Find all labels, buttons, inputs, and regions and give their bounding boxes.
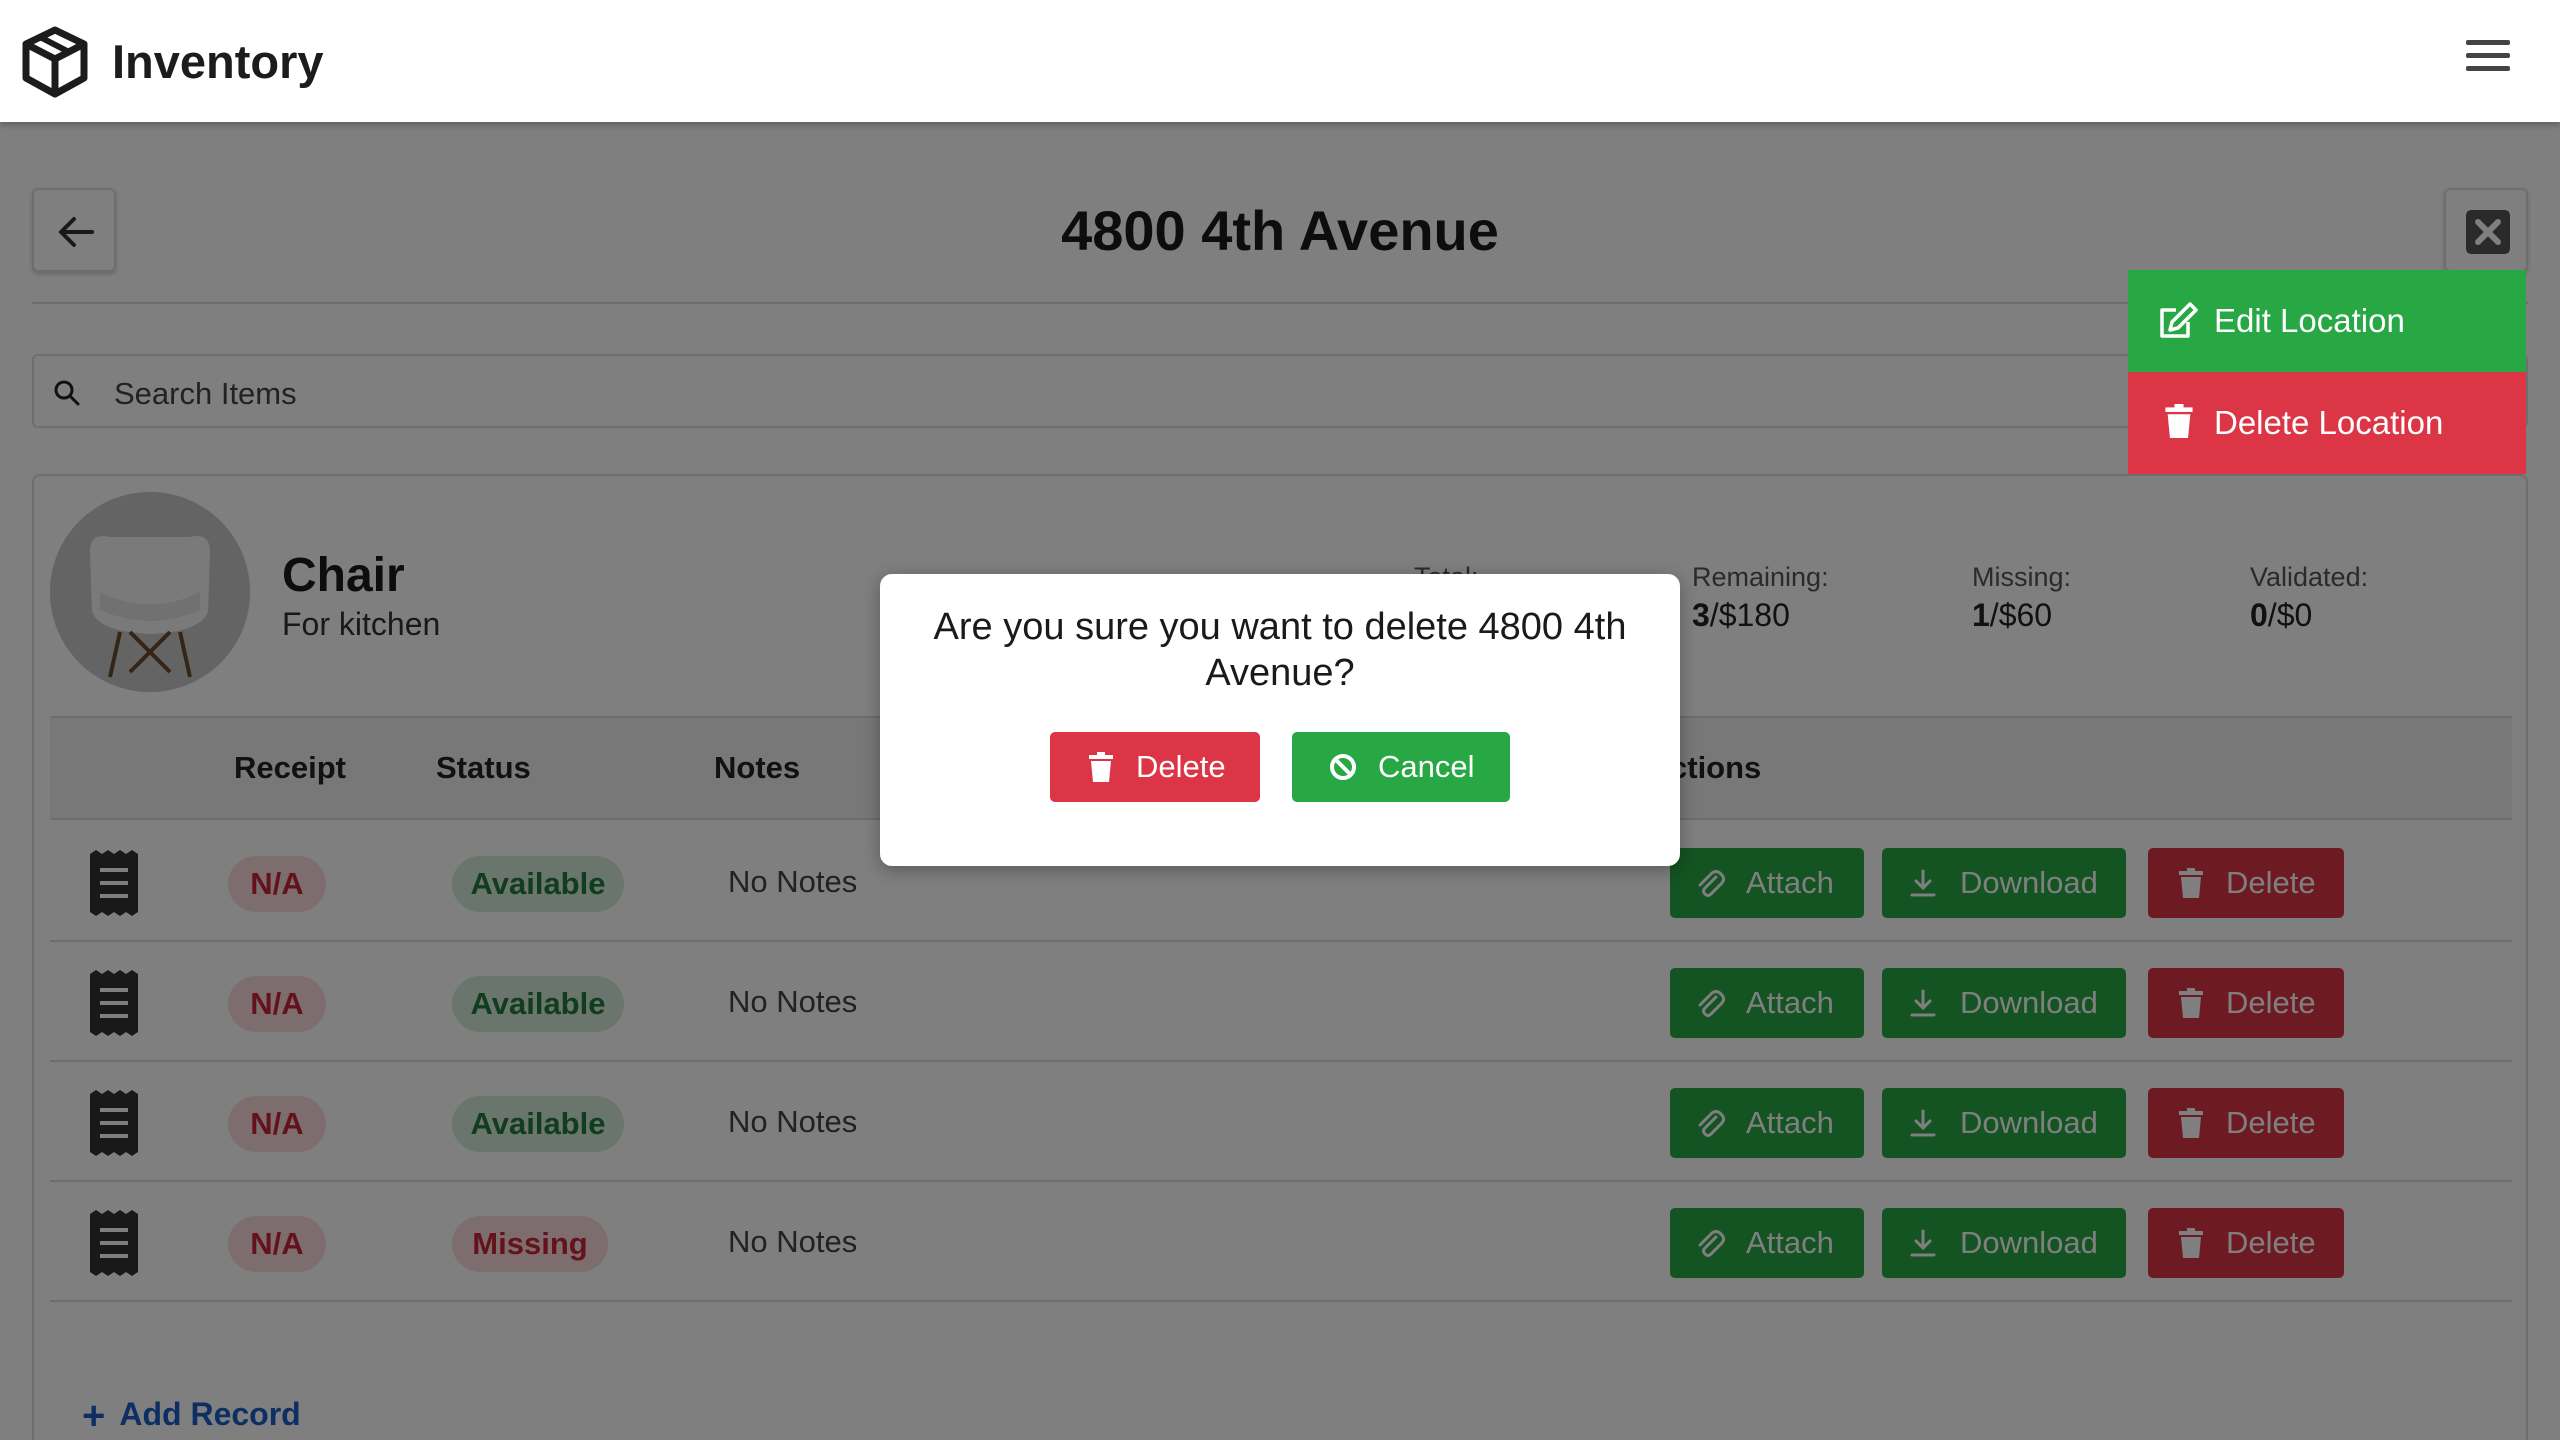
confirm-delete-dialog: Are you sure you want to delete 4800 4th… <box>880 574 1680 866</box>
cancel-button[interactable]: Cancel <box>1292 732 1510 802</box>
confirm-message: Are you sure you want to delete 4800 4th… <box>933 606 1627 694</box>
edit-location-item[interactable]: Edit Location <box>2128 270 2526 372</box>
top-navbar: Inventory <box>0 0 2560 122</box>
ban-icon <box>1330 754 1356 780</box>
location-action-menu: Edit Location Delete Location <box>2128 270 2526 474</box>
cancel-label: Cancel <box>1378 749 1475 784</box>
delete-location-item[interactable]: Delete Location <box>2128 372 2526 474</box>
trash-icon <box>1089 752 1113 782</box>
edit-location-label: Edit Location <box>2214 302 2405 339</box>
app-title: Inventory <box>112 35 324 88</box>
trash-icon <box>2165 404 2193 438</box>
box-icon <box>22 26 88 98</box>
hamburger-icon[interactable] <box>2466 40 2510 74</box>
confirm-delete-button[interactable]: Delete <box>1050 732 1260 802</box>
confirm-delete-label: Delete <box>1136 749 1226 784</box>
delete-location-label: Delete Location <box>2214 404 2444 441</box>
edit-icon <box>2160 302 2198 338</box>
